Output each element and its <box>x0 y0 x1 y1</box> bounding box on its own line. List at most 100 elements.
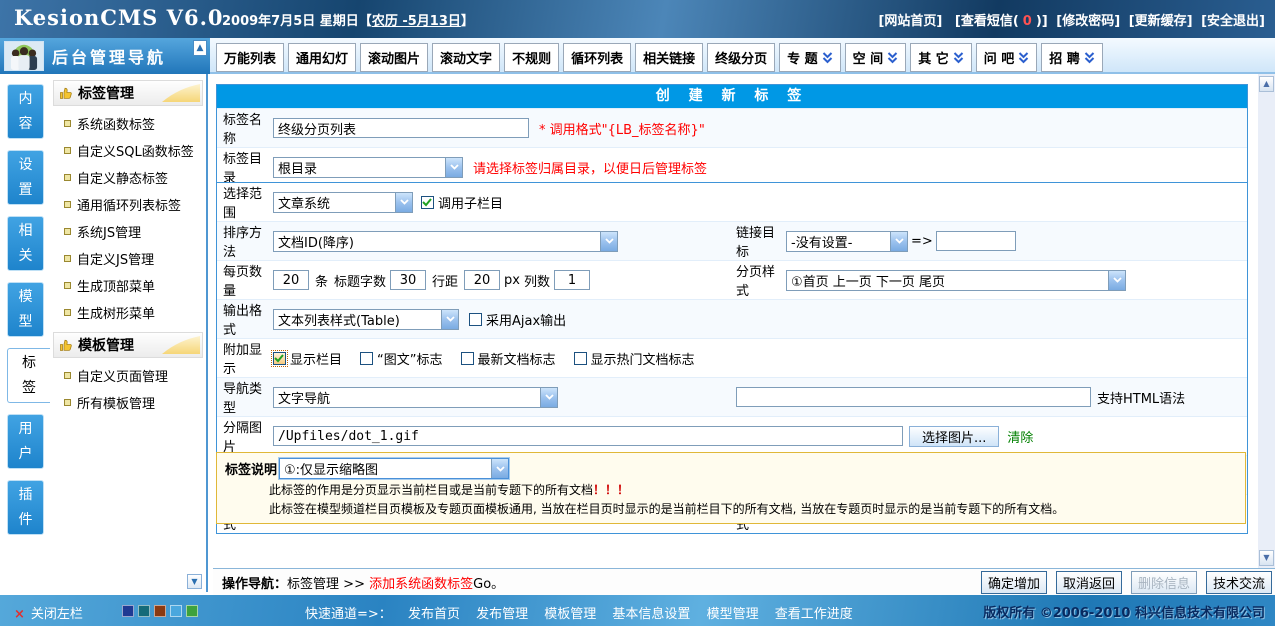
add-system-tag-link[interactable]: 添加系统函数标签 <box>369 577 473 592</box>
sidebar-item-users[interactable]: 用户 <box>7 414 44 469</box>
menu-item-custom-js[interactable]: 自定义JS管理 <box>50 245 206 272</box>
output-label: 输出格式 <box>223 300 273 338</box>
confirm-add-button[interactable]: 确定增加 <box>981 571 1047 594</box>
bullet-icon <box>64 309 71 316</box>
choose-image-button[interactable]: 选择图片... <box>909 426 999 447</box>
quick-link-work-progress[interactable]: 查看工作进度 <box>775 607 853 622</box>
tab-special-topic[interactable]: 专 题 <box>779 43 841 72</box>
tab-qa[interactable]: 问 吧 <box>976 43 1038 72</box>
sidebar-item-models[interactable]: 模型 <box>7 282 44 337</box>
quick-link-basic-info[interactable]: 基本信息设置 <box>612 607 690 622</box>
dropdown-arrow-icon <box>540 388 557 407</box>
tab-universal-list[interactable]: 万能列表 <box>216 43 284 72</box>
title-chars-input[interactable] <box>390 270 426 290</box>
menu-item-top-menu[interactable]: 生成顶部菜单 <box>50 272 206 299</box>
change-password-link[interactable]: [修改密码] <box>1056 14 1120 29</box>
nav-custom-input[interactable] <box>736 387 1091 407</box>
theme-square[interactable] <box>138 605 150 617</box>
tab-related-links[interactable]: 相关链接 <box>635 43 703 72</box>
separator-image-row: 分隔图片 选择图片... 清除 <box>217 416 1247 455</box>
theme-square[interactable] <box>170 605 182 617</box>
tab-other[interactable]: 其 它 <box>910 43 972 72</box>
quick-link-publish-home[interactable]: 发布首页 <box>408 607 460 622</box>
menu-item-loop-list-tags[interactable]: 通用循环列表标签 <box>50 191 206 218</box>
newest-doc-flag-checkbox[interactable]: 最新文档标志 <box>461 349 556 368</box>
sms-link[interactable]: [查看短信(0)] <box>951 14 1048 29</box>
logout-link[interactable]: [安全退出] <box>1201 14 1265 29</box>
refresh-cache-link[interactable]: [更新缓存] <box>1129 14 1193 29</box>
tag-description-label: 标签说明 <box>225 459 277 478</box>
theme-square[interactable] <box>186 605 198 617</box>
home-link[interactable]: [网站首页] <box>878 14 942 29</box>
page-style-select[interactable]: ①首页 上一页 下一页 尾页 <box>786 270 1126 291</box>
hot-doc-flag-checkbox[interactable]: 显示热门文档标志 <box>574 349 695 368</box>
scope-select[interactable]: 文章系统 <box>273 192 413 213</box>
sort-label: 排序方法 <box>223 222 273 260</box>
tab-scroll-images[interactable]: 滚动图片 <box>360 43 428 72</box>
menu-item-custom-pages[interactable]: 自定义页面管理 <box>50 362 206 389</box>
dropdown-arrow-icon <box>890 232 907 251</box>
include-subcolumns-checkbox[interactable]: 调用子栏目 <box>421 193 503 212</box>
menu-item-tree-menu[interactable]: 生成树形菜单 <box>50 299 206 326</box>
collapse-up-icon[interactable]: ▲ <box>193 40 207 56</box>
sidebar-item-settings[interactable]: 设置 <box>7 150 44 205</box>
quick-link-publish-manage[interactable]: 发布管理 <box>476 607 528 622</box>
tab-slideshow[interactable]: 通用幻灯 <box>288 43 356 72</box>
theme-square[interactable] <box>122 605 134 617</box>
select-value: ①:仅显示缩略图 <box>280 459 491 478</box>
menu-section-tag-management[interactable]: 标签管理 <box>53 80 203 106</box>
image-text-flag-checkbox[interactable]: “图文”标志 <box>360 349 442 368</box>
cancel-return-button[interactable]: 取消返回 <box>1056 571 1122 594</box>
quick-link-model-manage[interactable]: 模型管理 <box>707 607 759 622</box>
lunar-date-link[interactable]: 农历 -5月13日 <box>372 14 461 29</box>
tab-loop-list[interactable]: 循环列表 <box>563 43 631 72</box>
link-target-label: 链接目标 <box>736 222 786 260</box>
link-target-input[interactable] <box>936 231 1016 251</box>
bullet-icon <box>64 147 71 154</box>
sidebar-item-content[interactable]: 内容 <box>7 84 44 139</box>
sep-img-label: 分隔图片 <box>223 417 273 455</box>
columns-input[interactable] <box>554 270 590 290</box>
sep-img-input[interactable] <box>273 426 903 446</box>
nav-type-select[interactable]: 文字导航 <box>273 387 558 408</box>
line-spacing-input[interactable] <box>464 270 500 290</box>
output-select[interactable]: 文本列表样式(Table) <box>273 309 459 330</box>
tab-final-paging[interactable]: 终级分页 <box>707 43 775 72</box>
per-page-input[interactable] <box>273 270 309 290</box>
chevron-double-down-icon <box>822 52 833 64</box>
tab-irregular[interactable]: 不规则 <box>504 43 559 72</box>
panel-scroll-down-icon[interactable]: ▼ <box>187 574 202 589</box>
tag-type-tabbar: 万能列表通用幻灯滚动图片滚动文字不规则循环列表相关链接终级分页专 题空 间其 它… <box>210 38 1275 74</box>
description-select[interactable]: ①:仅显示缩略图 <box>279 458 509 479</box>
vertical-scrollbar[interactable]: ▲ ▼ <box>1258 74 1275 568</box>
sidebar-item-related[interactable]: 相关 <box>7 216 44 271</box>
tab-recruit[interactable]: 招 聘 <box>1041 43 1103 72</box>
tab-space[interactable]: 空 间 <box>845 43 907 72</box>
ajax-output-checkbox[interactable]: 采用Ajax输出 <box>469 310 566 329</box>
tag-name-input[interactable] <box>273 118 529 138</box>
sidebar-item-plugins[interactable]: 插件 <box>7 480 44 535</box>
sort-select[interactable]: 文档ID(降序) <box>273 231 618 252</box>
checkbox-label: 最新文档标志 <box>478 349 556 368</box>
show-column-checkbox[interactable]: 显示栏目 <box>273 349 342 368</box>
select-value: 文章系统 <box>274 193 395 212</box>
menu-item-custom-static-tags[interactable]: 自定义静态标签 <box>50 164 206 191</box>
scroll-down-icon[interactable]: ▼ <box>1259 550 1274 566</box>
link-target-select[interactable]: -没有设置- <box>786 231 908 252</box>
tag-dir-select[interactable]: 根目录 <box>273 157 463 178</box>
menu-item-all-templates[interactable]: 所有模板管理 <box>50 389 206 416</box>
per-page-label: 每页数量 <box>223 261 273 299</box>
tab-scroll-text[interactable]: 滚动文字 <box>432 43 500 72</box>
menu-item-custom-sql-tags[interactable]: 自定义SQL函数标签 <box>50 137 206 164</box>
tech-support-button[interactable]: 技术交流 <box>1206 571 1272 594</box>
menu-item-system-js[interactable]: 系统JS管理 <box>50 218 206 245</box>
scroll-up-icon[interactable]: ▲ <box>1259 76 1274 92</box>
sidebar-item-tags[interactable]: 标签 <box>7 348 50 403</box>
menu-section-template-management[interactable]: 模板管理 <box>53 332 203 358</box>
clear-link[interactable]: 清除 <box>1007 427 1033 446</box>
tag-basic-box: 创 建 新 标 签 标签名称 * 调用格式"{LB_标签名称}" 标签目录 根目… <box>216 84 1248 187</box>
theme-square[interactable] <box>154 605 166 617</box>
quick-link-template-manage[interactable]: 模板管理 <box>544 607 596 622</box>
menu-item-system-function-tags[interactable]: 系统函数标签 <box>50 110 206 137</box>
close-left-panel-button[interactable]: ×关闭左栏 <box>14 603 83 622</box>
